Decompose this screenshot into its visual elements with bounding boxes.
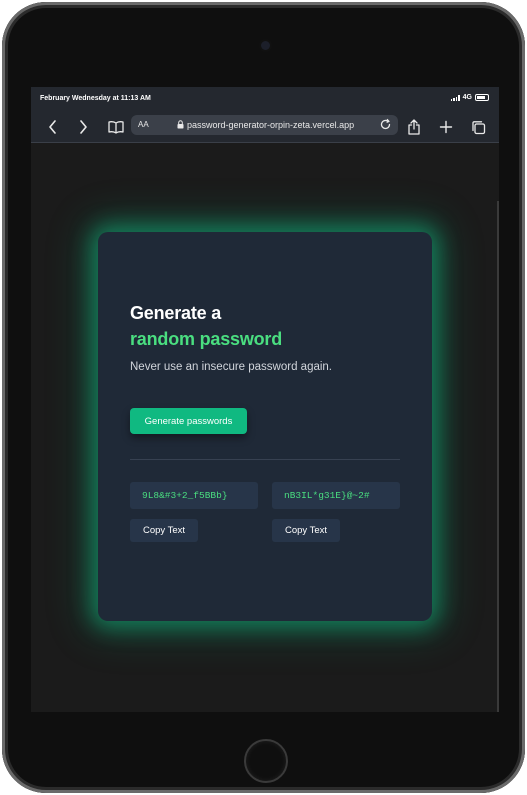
generate-passwords-button[interactable]: Generate passwords	[130, 408, 247, 434]
divider	[130, 459, 400, 460]
copy-text-button-2[interactable]: Copy Text	[272, 519, 340, 542]
password-output-2[interactable]: nB3IL*g31E}@~2#	[272, 482, 400, 509]
tablet-frame: February Wednesday at 11:13 AM 4G AA pas…	[2, 2, 525, 793]
scrollbar[interactable]	[497, 201, 499, 712]
browser-toolbar: AA password-generator-orpin-zeta.vercel.…	[31, 112, 499, 143]
status-time: February Wednesday at 11:13 AM	[40, 95, 151, 102]
generator-card: Generate a random password Never use an …	[98, 232, 432, 621]
status-indicators: 4G	[450, 94, 489, 101]
reload-icon[interactable]	[379, 118, 392, 133]
url-text: password-generator-orpin-zeta.vercel.app	[187, 120, 355, 130]
tabs-overview-icon[interactable]	[468, 117, 488, 137]
card-subtitle: Never use an insecure password again.	[130, 361, 333, 373]
copy-text-button-1[interactable]: Copy Text	[130, 519, 198, 542]
card-title-highlight: random password	[130, 329, 283, 349]
signal-icon	[450, 94, 460, 101]
network-label: 4G	[462, 94, 472, 101]
home-button[interactable]	[244, 739, 288, 783]
back-icon[interactable]	[43, 117, 63, 137]
forward-icon[interactable]	[73, 117, 93, 137]
address-bar[interactable]: AA password-generator-orpin-zeta.vercel.…	[131, 115, 398, 135]
card-title: Generate a	[130, 303, 222, 323]
password-output-1[interactable]: 9L8&#3+2_f5BBb}	[130, 482, 258, 509]
front-camera	[261, 41, 270, 50]
screen: February Wednesday at 11:13 AM 4G AA pas…	[31, 87, 499, 712]
bookmarks-icon[interactable]	[106, 117, 126, 137]
battery-icon	[475, 94, 489, 101]
share-icon[interactable]	[404, 117, 424, 137]
text-size-button[interactable]: AA	[138, 120, 149, 129]
status-bar: February Wednesday at 11:13 AM 4G	[31, 87, 499, 112]
lock-icon	[177, 120, 184, 131]
web-page: Generate a random password Never use an …	[31, 143, 499, 712]
new-tab-icon[interactable]	[436, 117, 456, 137]
